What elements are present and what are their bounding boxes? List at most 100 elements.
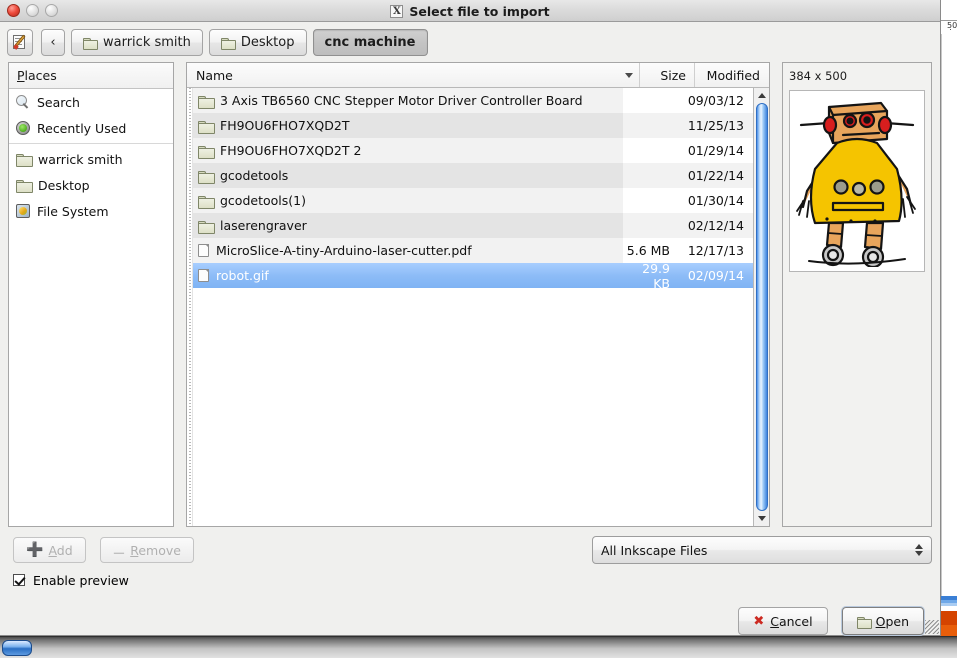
file-name-cell: FH9OU6FHO7XQD2T	[193, 113, 623, 138]
table-row[interactable]: gcodetools 01/22/14	[193, 163, 753, 188]
file-name-label: gcodetools	[220, 168, 289, 183]
folder-icon	[83, 37, 98, 50]
table-row[interactable]: gcodetools(1) 01/30/14	[193, 188, 753, 213]
x-window-icon: X	[390, 4, 404, 18]
scroll-down-button[interactable]	[755, 512, 769, 525]
open-button-rest: pen	[885, 613, 909, 629]
table-row[interactable]: laserengraver 02/12/14	[193, 213, 753, 238]
folder-icon	[198, 120, 215, 134]
taskbar[interactable]	[0, 636, 957, 658]
file-modified-cell: 01/29/14	[678, 138, 753, 163]
folder-icon	[16, 179, 33, 193]
file-modified-cell: 02/09/14	[678, 263, 753, 288]
harddisk-icon	[16, 204, 30, 218]
table-row[interactable]: 3 Axis TB6560 CNC Stepper Motor Driver C…	[193, 88, 753, 113]
places-header-rest: laces	[24, 68, 57, 83]
updown-chevron-icon[interactable]	[915, 544, 923, 556]
file-modified-cell: 11/25/13	[678, 113, 753, 138]
file-name-label: FH9OU6FHO7XQD2T 2	[220, 143, 362, 158]
file-icon	[198, 244, 209, 257]
recent-clock-icon	[16, 121, 30, 135]
column-header-size[interactable]: Size	[639, 63, 694, 87]
dialog-title-group: X Select file to import	[0, 0, 940, 22]
resize-grip[interactable]	[925, 620, 939, 634]
scrollbar-thumb[interactable]	[755, 103, 768, 511]
breadcrumb-warrick-smith[interactable]: warrick smith	[71, 28, 203, 56]
add-button[interactable]: ➕ Add	[13, 537, 86, 563]
path-toolbar: ‹ warrick smith Desktop cnc machine	[0, 22, 940, 62]
file-name-label: MicroSlice-A-tiny-Arduino-laser-cutter.p…	[216, 243, 472, 258]
file-name-cell: 3 Axis TB6560 CNC Stepper Motor Driver C…	[193, 88, 623, 113]
column-header-label: Name	[196, 67, 233, 83]
type-filename-button[interactable]	[7, 28, 33, 56]
file-name-cell: gcodetools	[193, 163, 623, 188]
scroll-up-button[interactable]	[755, 89, 769, 102]
file-type-filter[interactable]: All Inkscape Files	[592, 536, 932, 564]
file-modified-cell: 12/17/13	[678, 238, 753, 263]
file-name-cell: gcodetools(1)	[193, 188, 623, 213]
plus-icon: ➕	[26, 542, 44, 558]
color-swatch-strip[interactable]	[941, 596, 957, 636]
breadcrumb-desktop[interactable]: Desktop	[208, 28, 307, 56]
file-name-label: gcodetools(1)	[220, 193, 306, 208]
column-header-label: Modified	[706, 67, 760, 83]
robot-illustration	[789, 90, 925, 272]
enable-preview-row[interactable]: Enable preview	[8, 565, 932, 595]
open-button[interactable]: Open	[841, 607, 924, 635]
edit-filename-icon	[12, 34, 28, 50]
table-row[interactable]: robot.gif 29.9 KB 02/09/14	[193, 261, 753, 291]
chevron-down-icon[interactable]	[625, 72, 633, 78]
path-back-button[interactable]: ‹	[41, 28, 65, 56]
vertical-scrollbar[interactable]	[753, 88, 769, 526]
file-modified-cell: 01/22/14	[678, 163, 753, 188]
column-header-name[interactable]: Name	[187, 63, 639, 87]
file-list-scroll-area: 3 Axis TB6560 CNC Stepper Motor Driver C…	[187, 88, 769, 526]
chevron-left-icon: ‹	[50, 34, 56, 50]
column-header-label: Size	[660, 67, 686, 83]
sidebar-item-label: Recently Used	[37, 120, 127, 136]
remove-button[interactable]: ⚊ Remove	[99, 537, 194, 563]
remove-button-rest: emove	[138, 542, 181, 558]
cancel-button[interactable]: ✖ Cancel	[738, 607, 828, 635]
sidebar-item-search[interactable]: Search	[9, 89, 173, 115]
table-row[interactable]: FH9OU6FHO7XQD2T 2 01/29/14	[193, 138, 753, 163]
sidebar-item-label: Desktop	[38, 177, 90, 193]
file-size-cell: 29.9 KB	[623, 261, 678, 291]
breadcrumb-label: warrick smith	[103, 34, 191, 50]
file-name-cell: FH9OU6FHO7XQD2T 2	[193, 138, 623, 163]
file-name-cell: laserengraver	[193, 213, 623, 238]
file-modified-cell: 02/12/14	[678, 213, 753, 238]
column-header-modified[interactable]: Modified	[694, 63, 769, 87]
file-list-header: Name Size Modified	[187, 63, 769, 88]
sidebar-item-desktop[interactable]: Desktop	[9, 172, 173, 198]
table-row[interactable]: MicroSlice-A-tiny-Arduino-laser-cutter.p…	[193, 238, 753, 263]
swatch-orange-light[interactable]	[941, 625, 957, 636]
breadcrumb-label: Desktop	[240, 34, 295, 50]
sidebar-item-label: Search	[37, 94, 80, 110]
taskbar-window-button[interactable]	[2, 640, 32, 656]
breadcrumb: ‹ warrick smith Desktop cnc machine	[41, 28, 428, 56]
search-icon	[16, 95, 30, 109]
sidebar-divider	[9, 143, 173, 144]
breadcrumb-cnc-machine[interactable]: cnc machine	[312, 28, 428, 56]
sidebar-item-warrick-smith[interactable]: warrick smith	[9, 146, 173, 172]
sidebar-item-label: File System	[37, 203, 109, 219]
table-row[interactable]: FH9OU6FHO7XQD2T 11/25/13	[193, 113, 753, 138]
file-size-cell	[623, 213, 678, 238]
ruler-tick-label: 50	[947, 22, 957, 30]
file-name-label: 3 Axis TB6560 CNC Stepper Motor Driver C…	[220, 93, 583, 108]
enable-preview-checkbox[interactable]	[13, 574, 25, 586]
file-size-cell: 5.6 MB	[623, 238, 678, 263]
file-list-pane: Name Size Modified 3 Axis TB6560 CNC Ste…	[186, 62, 770, 527]
folder-icon	[198, 95, 215, 109]
file-name-label: FH9OU6FHO7XQD2T	[220, 118, 350, 133]
places-sidebar: Places Search Recently Used warrick smit…	[8, 62, 174, 527]
sidebar-item-recently-used[interactable]: Recently Used	[9, 115, 173, 141]
scrollbar-track[interactable]	[755, 102, 769, 512]
sidebar-item-file-system[interactable]: File System	[9, 198, 173, 224]
swatch-orange-dark[interactable]	[941, 611, 957, 625]
dialog-titlebar[interactable]: X Select file to import	[0, 0, 940, 22]
footer-add-filter-row: ➕ Add ⚊ Remove All Inkscape Files	[8, 535, 932, 565]
file-size-cell	[623, 163, 678, 188]
add-button-rest: dd	[56, 542, 73, 558]
